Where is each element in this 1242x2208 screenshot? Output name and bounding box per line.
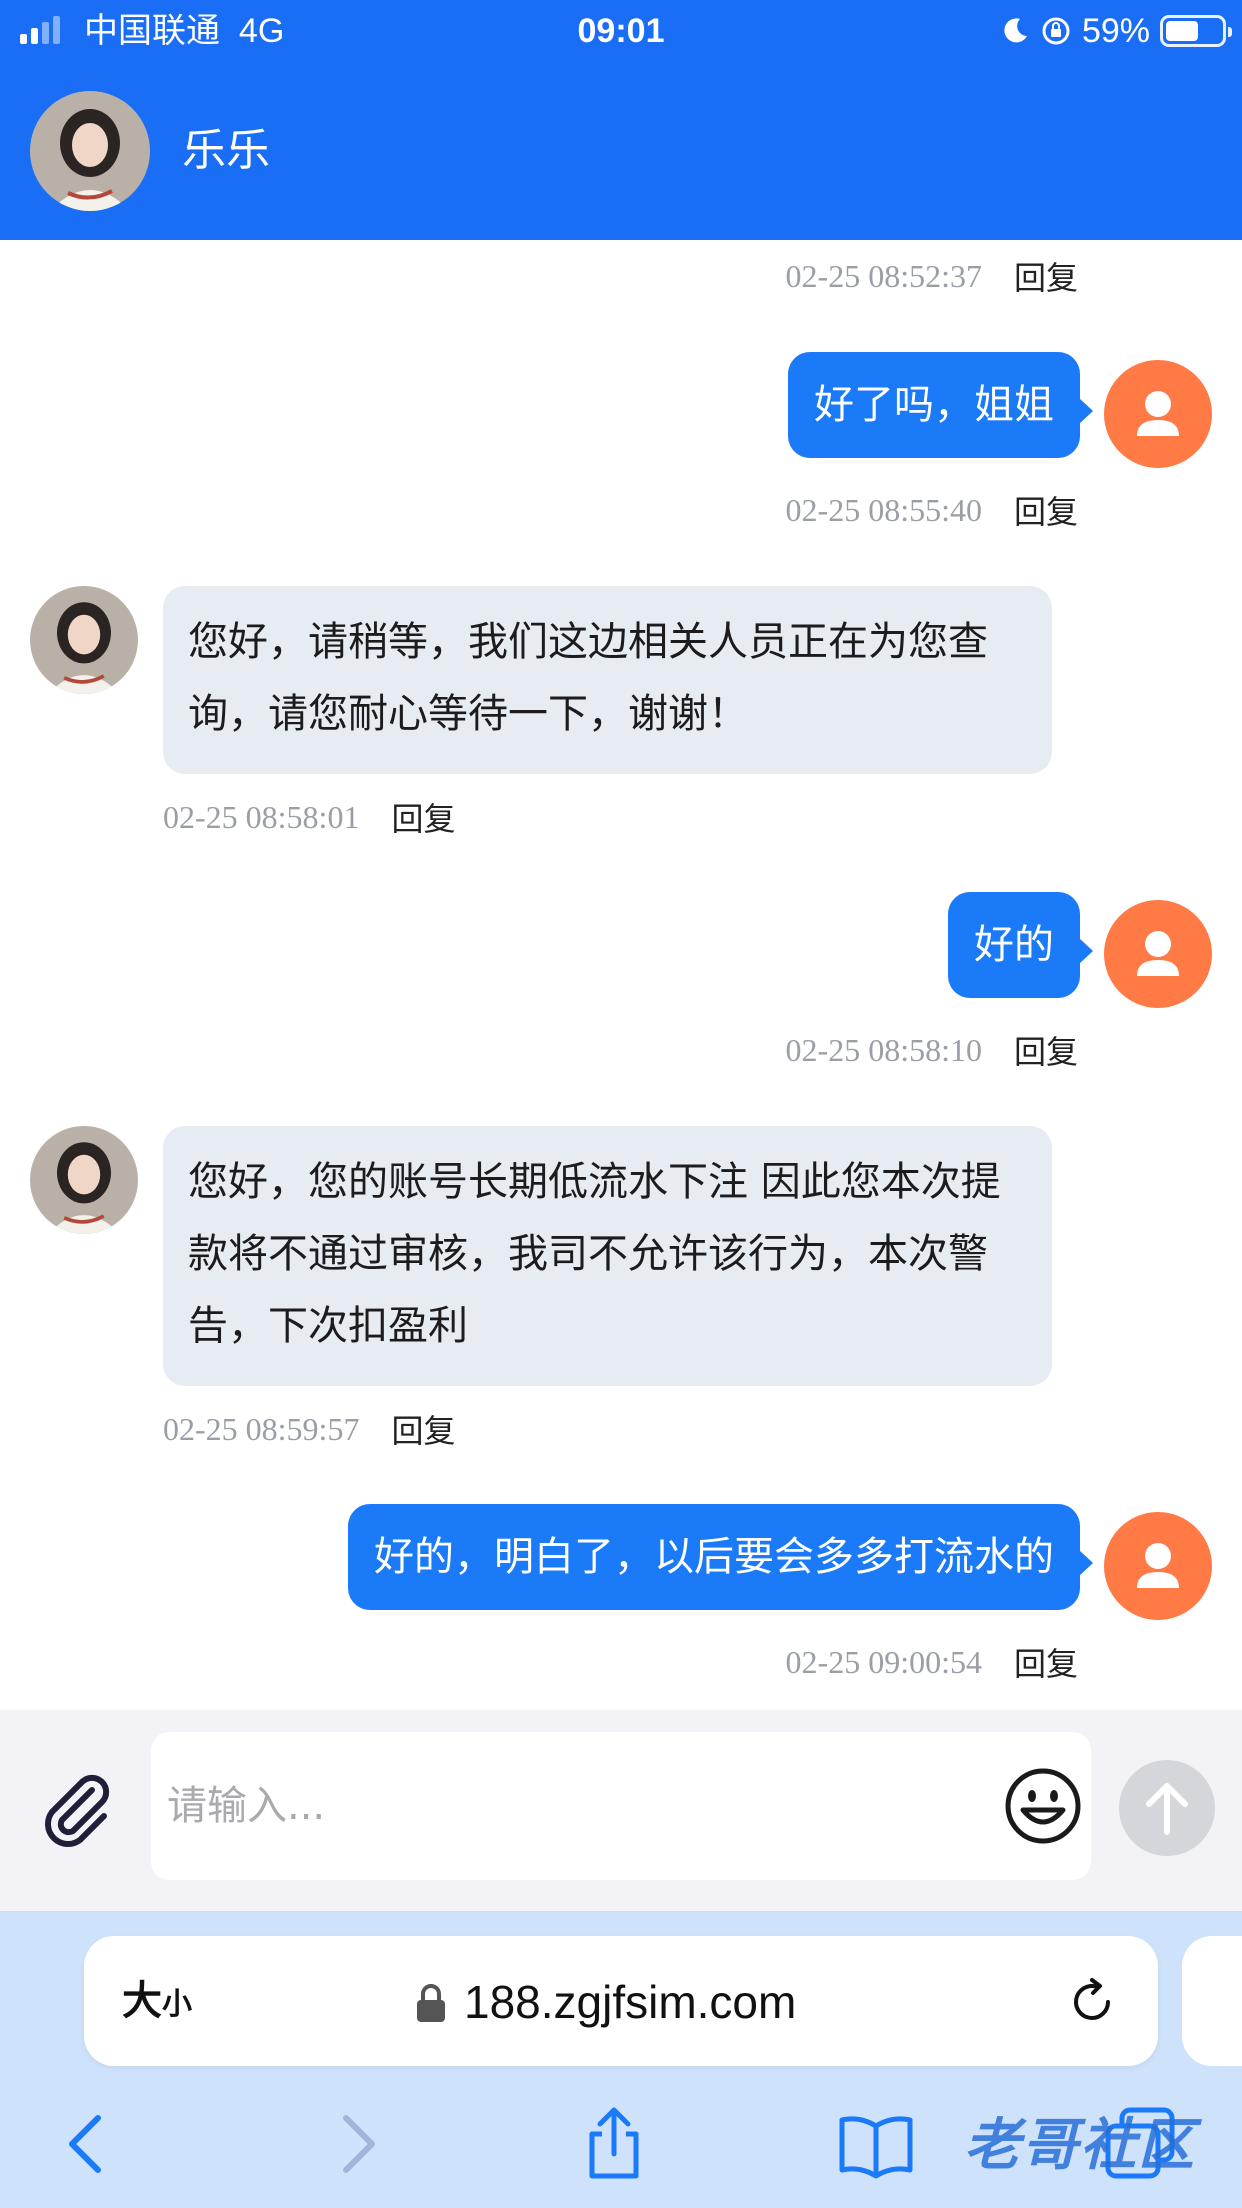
message-meta: 02-25 08:59:57 回复 [163, 1407, 455, 1451]
incoming-bubble[interactable]: 您好，您的账号长期低流水下注 因此您本次提款将不通过审核，我司不允许该行为，本次… [163, 1126, 1052, 1386]
message-composer [0, 1710, 1242, 1912]
emoji-icon[interactable] [1003, 1766, 1083, 1846]
user-avatar [1104, 900, 1212, 1008]
send-button[interactable] [1119, 1760, 1215, 1856]
user-avatar [1104, 1512, 1212, 1620]
outgoing-bubble[interactable]: 好的 [948, 892, 1093, 998]
bookmarks-icon[interactable] [836, 2104, 916, 2184]
message-meta: 02-25 08:52:37 回复 [786, 254, 1078, 298]
reply-button[interactable]: 回复 [1014, 253, 1078, 299]
message-meta: 02-25 09:00:54 回复 [786, 1640, 1078, 1684]
message-timestamp: 02-25 09:00:54 [785, 1643, 982, 1680]
incoming-message: 您好，您的账号长期低流水下注 因此您本次提款将不通过审核，我司不允许该行为，本次… [30, 1126, 1052, 1386]
reply-button[interactable]: 回复 [1014, 1027, 1078, 1073]
battery-icon [1160, 15, 1232, 47]
reply-button[interactable]: 回复 [1014, 487, 1078, 533]
person-icon [1137, 391, 1179, 436]
reply-button[interactable]: 回复 [391, 1406, 455, 1452]
person-icon [1137, 931, 1179, 976]
outgoing-bubble[interactable]: 好了吗，姐姐 [788, 352, 1093, 458]
outgoing-message: 好的，明白了，以后要会多多打流水的 [348, 1504, 1212, 1620]
reply-button[interactable]: 回复 [1014, 1639, 1078, 1685]
agent-avatar [30, 1126, 138, 1234]
reload-icon[interactable] [1066, 1976, 1118, 2028]
message-meta: 02-25 08:58:10 回复 [786, 1028, 1078, 1072]
battery-percent: 59% [1081, 11, 1150, 50]
contact-name: 乐乐 [182, 125, 270, 176]
back-icon[interactable] [48, 2104, 128, 2184]
paperclip-icon[interactable] [34, 1768, 118, 1852]
message-timestamp: 02-25 08:58:10 [785, 1031, 982, 1068]
incoming-bubble[interactable]: 您好，请稍等，我们这边相关人员正在为您查询，请您耐心等待一下，谢谢！ [163, 586, 1052, 774]
reply-button[interactable]: 回复 [391, 794, 455, 840]
contact-avatar[interactable] [30, 91, 150, 211]
message-timestamp: 02-25 08:59:57 [163, 1410, 360, 1447]
address-bar[interactable]: 大小 188.zgjfsim.com [84, 1936, 1158, 2066]
message-input[interactable] [151, 1732, 1091, 1880]
arrow-up-icon [1146, 1783, 1188, 1835]
chat-header: 乐乐 [0, 62, 1242, 240]
outgoing-bubble[interactable]: 好的，明白了，以后要会多多打流水的 [348, 1504, 1093, 1610]
lock-icon [417, 1984, 445, 2022]
url-text[interactable]: 188.zgjfsim.com [464, 1974, 796, 2030]
orientation-lock-icon [1042, 17, 1070, 45]
outgoing-message: 好的 [948, 892, 1212, 1008]
message-meta: 02-25 08:55:40 回复 [786, 488, 1078, 532]
watermark-logo: 老哥社区 [964, 2113, 1196, 2176]
moon-icon [1004, 18, 1027, 43]
person-icon [1137, 1543, 1179, 1588]
chat-message-list[interactable]: 02-25 08:52:37 回复 好了吗，姐姐 02-25 08:55:40 … [0, 240, 1242, 1710]
browser-toolbar: 大小 188.zgjfsim.com 老哥社区 [0, 1912, 1242, 2208]
message-timestamp: 02-25 08:52:37 [785, 257, 982, 294]
outgoing-message: 好了吗，姐姐 [788, 352, 1212, 468]
message-timestamp: 02-25 08:58:01 [163, 798, 360, 835]
text-size-button[interactable]: 大小 [122, 1976, 192, 2030]
message-timestamp: 02-25 08:55:40 [785, 491, 982, 528]
status-bar: 中国联通 4G 09:01 59% [0, 0, 1242, 62]
agent-avatar [30, 586, 138, 694]
user-avatar [1104, 360, 1212, 468]
message-meta: 02-25 08:58:01 回复 [163, 795, 455, 839]
forward-icon[interactable] [316, 2104, 396, 2184]
next-tab-pill[interactable] [1182, 1936, 1242, 2066]
incoming-message: 您好，请稍等，我们这边相关人员正在为您查询，请您耐心等待一下，谢谢！ [30, 586, 1052, 774]
share-icon[interactable] [574, 2104, 654, 2184]
